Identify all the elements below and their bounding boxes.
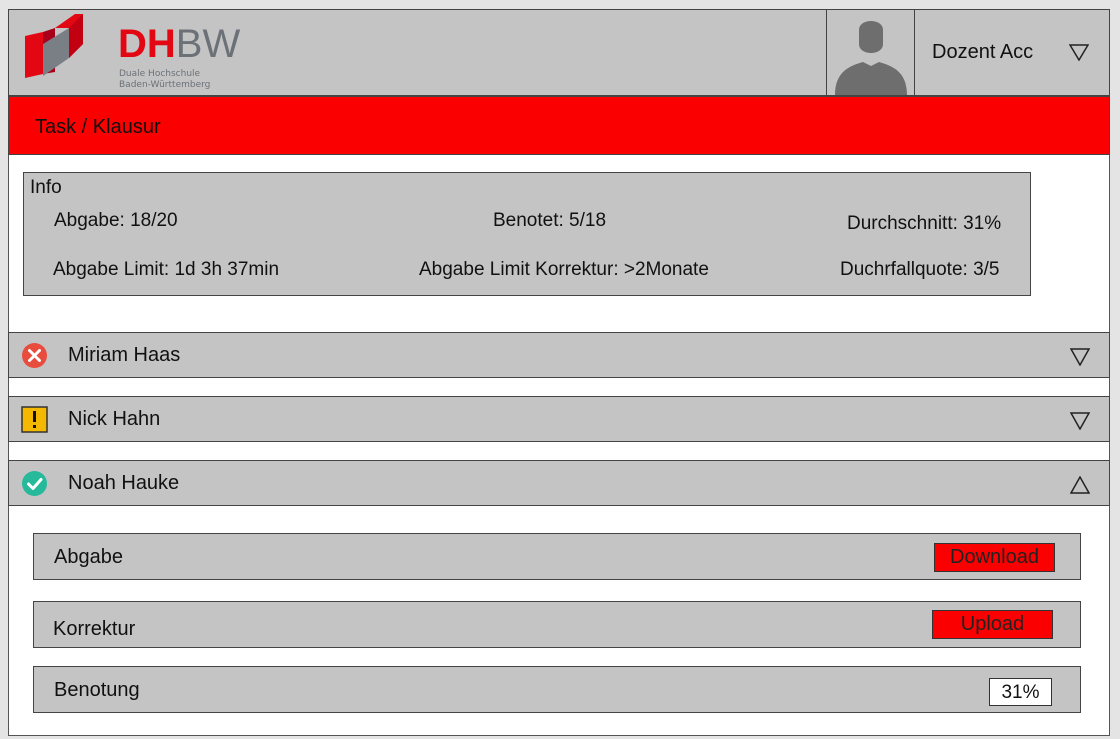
chevron-down-icon[interactable] <box>1070 348 1090 366</box>
stat-abgabe-limit: Abgabe Limit: 1d 3h 37min <box>53 259 280 280</box>
benotung-label: Benotung <box>54 679 140 701</box>
dhbw-logo[interactable]: DHBW Duale Hochschule Baden-Württemberg <box>25 14 240 92</box>
page-title-bar: Task / Klausur <box>8 96 1110 155</box>
chevron-down-icon[interactable] <box>1069 44 1089 61</box>
info-panel: Info Abgabe: 18/20 Benotet: 5/18 Durchsc… <box>23 172 1031 296</box>
account-label: Dozent Acc <box>932 41 1034 63</box>
logo-subtitle: Duale Hochschule Baden-Württemberg <box>119 69 211 90</box>
stat-durchfallquote: Duchrfallquote: 3/5 <box>840 259 1000 280</box>
student-name: Nick Hahn <box>68 408 161 430</box>
check-circle-icon <box>22 471 47 496</box>
korrektur-label: Korrektur <box>53 618 136 640</box>
stat-durchschnitt: Durchschnitt: 31% <box>847 213 1002 234</box>
page-title: Task / Klausur <box>35 116 161 138</box>
upload-button[interactable]: Upload <box>932 610 1053 639</box>
student-name: Miriam Haas <box>68 344 181 366</box>
error-circle-icon <box>22 343 47 368</box>
app-header: DHBW Duale Hochschule Baden-Württemberg … <box>8 9 1110 96</box>
user-avatar-icon <box>835 21 907 95</box>
account-menu[interactable]: Dozent Acc <box>915 10 1109 95</box>
avatar[interactable] <box>826 10 915 95</box>
benotung-section: Benotung 31% <box>33 666 1081 713</box>
logo-wordmark: DHBW <box>118 22 241 66</box>
student-row-miriam-haas[interactable]: Miriam Haas <box>8 332 1110 378</box>
student-name: Noah Hauke <box>68 472 180 494</box>
chevron-up-icon[interactable] <box>1070 476 1090 494</box>
abgabe-section: Abgabe Download <box>33 533 1081 580</box>
abgabe-label: Abgabe <box>54 546 123 568</box>
grade-input[interactable]: 31% <box>989 678 1052 706</box>
stat-abgabe-limit-korrektur: Abgabe Limit Korrektur: >2Monate <box>419 259 709 280</box>
student-row-noah-hauke[interactable]: Noah Hauke <box>8 460 1110 506</box>
chevron-down-icon[interactable] <box>1070 412 1090 430</box>
warning-icon <box>21 406 48 433</box>
download-button[interactable]: Download <box>934 543 1055 572</box>
student-row-nick-hahn[interactable]: Nick Hahn <box>8 396 1110 442</box>
stat-benotet: Benotet: 5/18 <box>493 210 607 231</box>
stat-abgabe: Abgabe: 18/20 <box>54 210 178 231</box>
dhbw-logo-mark <box>25 14 83 78</box>
korrektur-section: Korrektur Upload <box>33 601 1081 648</box>
info-title: Info <box>30 177 62 198</box>
